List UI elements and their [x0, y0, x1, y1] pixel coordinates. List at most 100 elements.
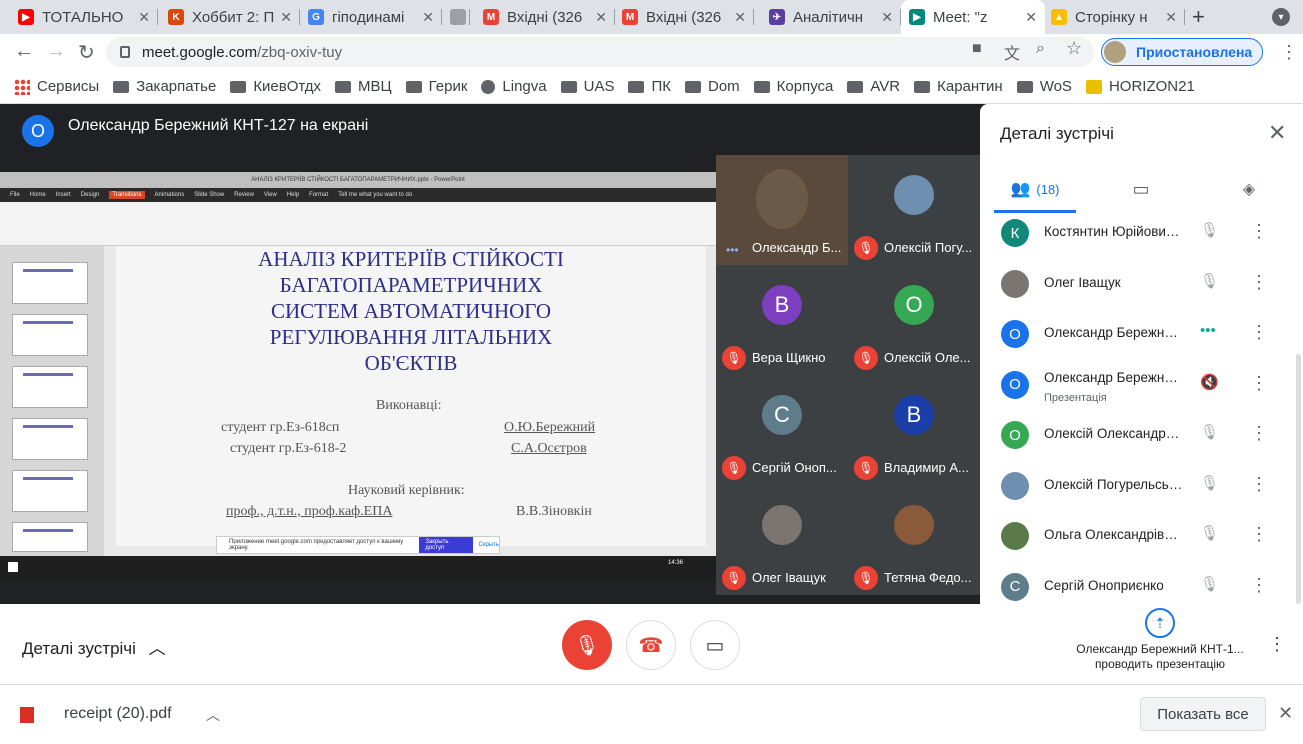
- presentation-status[interactable]: ⇡ Олександр Бережний КНТ-1... проводить …: [1070, 608, 1250, 672]
- bookmark-item[interactable]: Lingva: [481, 78, 547, 95]
- mic-off-icon[interactable]: 🎙: [1200, 474, 1219, 492]
- address-bar[interactable]: meet.google.com/zbq-oxiv-tuy: [106, 37, 1094, 67]
- participant-tile[interactable]: ••• Олександр Б...: [716, 155, 848, 265]
- profile-button[interactable]: Приостановлена: [1101, 38, 1263, 66]
- bookmark-label: КиевОтдх: [253, 78, 322, 95]
- url-text[interactable]: meet.google.com/zbq-oxiv-tuy: [142, 44, 342, 61]
- close-icon[interactable]: ✕: [881, 9, 893, 26]
- mic-off-icon[interactable]: 🎙: [1200, 272, 1219, 290]
- more-options-icon[interactable]: ⋮: [1250, 322, 1268, 343]
- more-options-icon[interactable]: ⋮: [1250, 575, 1268, 596]
- more-options-icon[interactable]: ⋮: [1250, 221, 1268, 242]
- close-icon[interactable]: ✕: [280, 9, 292, 26]
- folder-icon: [847, 80, 864, 93]
- more-options-icon[interactable]: ⋮: [1268, 634, 1286, 655]
- stop-sharing-button[interactable]: Закрыть доступ: [419, 537, 473, 553]
- more-options-icon[interactable]: ⋮: [1250, 474, 1268, 495]
- bookmark-item[interactable]: КиевОтдх: [230, 78, 321, 95]
- browser-tab[interactable]: K Хоббит 2: П ✕: [160, 0, 300, 34]
- bookmark-item[interactable]: UAS: [560, 78, 614, 95]
- bookmark-item[interactable]: ПК: [628, 78, 671, 95]
- more-options-icon[interactable]: ⋮: [1250, 423, 1268, 444]
- participant-tile[interactable]: В 🎙 Вера Щикно: [716, 265, 848, 375]
- bookmark-item[interactable]: Герик: [405, 78, 467, 95]
- list-item[interactable]: Олексій Погурельський 🎙 ⋮: [980, 461, 1303, 511]
- more-options-icon[interactable]: ⋮: [1250, 524, 1268, 545]
- mic-off-icon[interactable]: 🎙: [1200, 524, 1219, 542]
- browser-tab[interactable]: M Вхідні (326 ✕: [475, 0, 615, 34]
- browser-tab[interactable]: ▲ Сторінку н ✕: [1043, 0, 1185, 34]
- participant-tile[interactable]: 🎙 Олег Іващук: [716, 485, 848, 595]
- mic-off-icon[interactable]: 🎙: [1200, 221, 1219, 239]
- more-options-icon[interactable]: ⋮: [1250, 373, 1268, 394]
- hide-notice-link[interactable]: Скрыть: [479, 542, 499, 548]
- participant-tile[interactable]: В 🎙 Владимир А...: [848, 375, 980, 485]
- participant-tile[interactable]: О 🎙 Олексій Оле...: [848, 265, 980, 375]
- tab-chat[interactable]: ▭: [1096, 174, 1186, 204]
- bookmark-item[interactable]: Dom: [684, 78, 740, 95]
- mic-off-icon[interactable]: 🎙: [1200, 423, 1219, 441]
- forward-arrow-icon[interactable]: →: [46, 40, 66, 63]
- panel-scrollbar[interactable]: [1296, 354, 1301, 604]
- tab-title: Сторінку н: [1075, 8, 1148, 26]
- mic-toggle-button[interactable]: 🎙: [562, 620, 612, 670]
- camera-icon[interactable]: ■: [972, 40, 982, 58]
- new-tab-button[interactable]: +: [1192, 4, 1205, 30]
- browser-tab[interactable]: ✈ Аналітичн ✕: [761, 0, 901, 34]
- bookmark-item[interactable]: Корпуса: [753, 78, 833, 95]
- slide-thumbnail: [12, 366, 88, 408]
- bookmark-item[interactable]: AVR: [847, 78, 900, 95]
- ppt-menu-item: Transitions: [109, 191, 145, 199]
- close-icon[interactable]: ✕: [1278, 703, 1293, 724]
- back-arrow-icon[interactable]: ←: [14, 40, 34, 63]
- participant-tile[interactable]: 🎙 Тетяна Федо...: [848, 485, 980, 595]
- tab-activities[interactable]: ◈: [1204, 174, 1294, 204]
- participant-tile[interactable]: С 🎙 Сергій Оноп...: [716, 375, 848, 485]
- star-icon[interactable]: ☆: [1066, 38, 1082, 59]
- volume-off-icon[interactable]: 🔇: [1200, 373, 1219, 391]
- list-item[interactable]: О Олександр Бережний ... Презентація 🔇 ⋮: [980, 360, 1303, 410]
- list-item[interactable]: К Костянтин Юрійович ... 🎙 ⋮: [980, 208, 1303, 258]
- bookmark-item[interactable]: МВЦ: [335, 78, 392, 95]
- browser-tab[interactable]: ▶ ТОТАЛЬНО ✕: [10, 0, 158, 34]
- list-item[interactable]: Ольга Олександрівна ... 🎙 ⋮: [980, 511, 1303, 561]
- mic-off-icon[interactable]: 🎙: [1200, 575, 1219, 593]
- reload-icon[interactable]: ↻: [78, 40, 95, 65]
- speaking-indicator-icon[interactable]: •••: [1200, 322, 1216, 339]
- tab-title: Meet: "z: [933, 8, 988, 26]
- chevron-up-icon[interactable]: ︿: [206, 705, 220, 725]
- translate-icon[interactable]: 文: [1004, 40, 1020, 64]
- bookmark-item[interactable]: Сервисы: [14, 78, 99, 95]
- browser-tab[interactable]: ▶ Meet: "z ✕: [901, 0, 1045, 34]
- tab-search-button[interactable]: ▾: [1272, 8, 1290, 26]
- list-item[interactable]: О Олександр Бережний ... ••• ⋮: [980, 309, 1303, 359]
- close-icon[interactable]: ✕: [1025, 9, 1037, 26]
- close-icon[interactable]: ✕: [138, 9, 150, 26]
- bookmark-item[interactable]: HORIZON21: [1085, 78, 1195, 95]
- close-icon[interactable]: ✕: [1268, 120, 1286, 146]
- browser-tab[interactable]: Gгіподинамі ✕: [300, 0, 442, 34]
- close-icon[interactable]: ✕: [1165, 9, 1177, 26]
- browser-tab[interactable]: [442, 0, 470, 34]
- browser-tab[interactable]: M Вхідні (326 ✕: [614, 0, 754, 34]
- participant-tile[interactable]: 🎙 Олексій Погу...: [848, 155, 980, 265]
- bookmark-item[interactable]: Карантин: [914, 78, 1003, 95]
- close-icon[interactable]: ✕: [595, 9, 607, 26]
- bookmark-item[interactable]: Закарпатье: [113, 78, 216, 95]
- bookmark-item[interactable]: WoS: [1016, 78, 1072, 95]
- list-item[interactable]: О Олексій Олександров... 🎙 ⋮: [980, 410, 1303, 460]
- show-all-downloads-button[interactable]: Показать все: [1140, 697, 1266, 731]
- close-icon[interactable]: ✕: [422, 9, 434, 26]
- download-item[interactable]: receipt (20).pdf: [64, 705, 172, 723]
- close-icon[interactable]: ✕: [734, 9, 746, 26]
- zoom-icon[interactable]: ⌕: [1036, 40, 1045, 58]
- ppt-ribbon: [0, 202, 716, 246]
- meet-icon: ▶: [909, 9, 925, 25]
- tab-people[interactable]: 👥 (18): [990, 174, 1080, 204]
- list-item[interactable]: Олег Іващук 🎙 ⋮: [980, 259, 1303, 309]
- leave-call-button[interactable]: ☎: [626, 620, 676, 670]
- browser-menu-icon[interactable]: ⋮: [1280, 42, 1298, 63]
- more-options-icon[interactable]: ⋮: [1250, 272, 1268, 293]
- meeting-details-button[interactable]: Деталі зустрічі ︿: [22, 634, 166, 659]
- camera-toggle-button[interactable]: ▭: [690, 620, 740, 670]
